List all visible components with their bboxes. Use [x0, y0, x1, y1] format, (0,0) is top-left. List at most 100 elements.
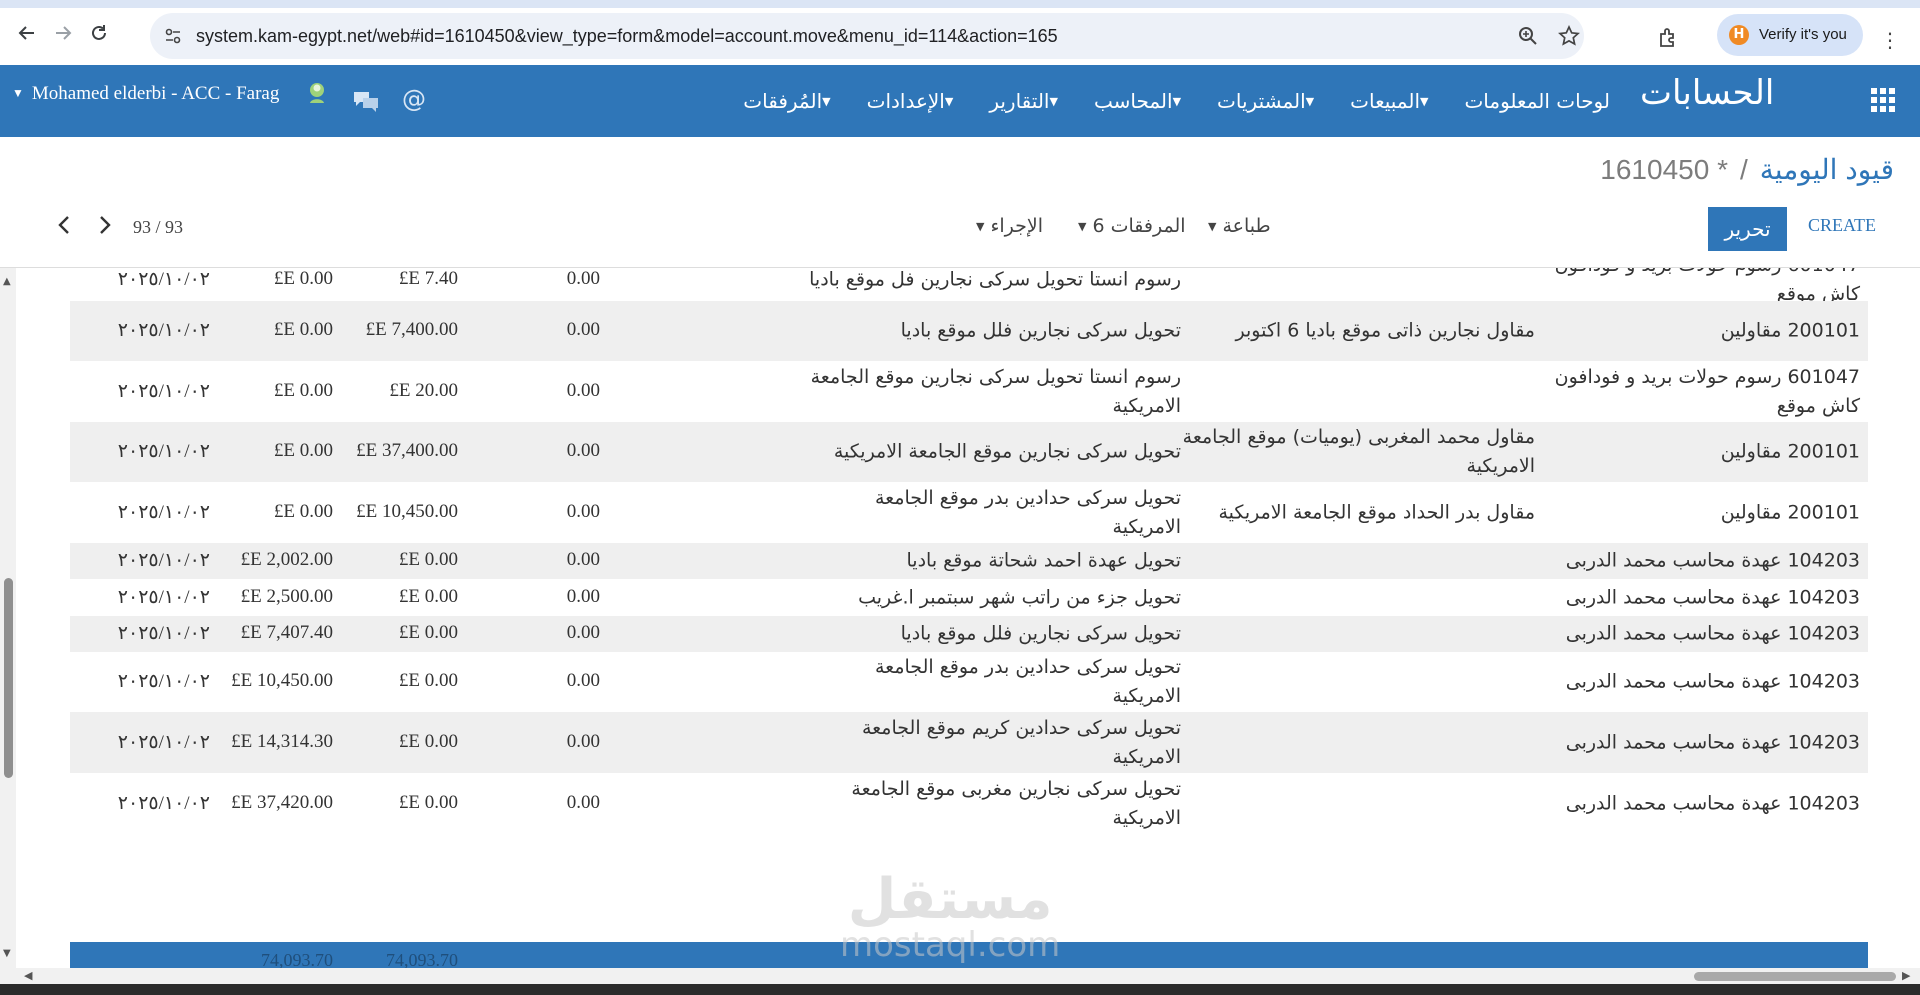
table-row[interactable]: 104203 عهدة محاسب محمد الدربى تحويل سركى …	[70, 773, 1868, 834]
menu-label: لوحات المعلومات	[1464, 89, 1610, 113]
cell-credit: £E 10,450.00	[231, 670, 333, 691]
attachments-label: 6 المرفقات	[1092, 215, 1186, 237]
address-bar[interactable]: system.kam-egypt.net/web#id=1610450&view…	[150, 13, 1584, 59]
back-button[interactable]	[12, 22, 42, 52]
pager-next-button[interactable]	[93, 213, 117, 241]
cell-amount-currency: 0.00	[566, 268, 600, 289]
menu-settings[interactable]: الإعدادات ▼	[867, 89, 962, 113]
extensions-icon[interactable]	[1657, 26, 1681, 50]
attachments-dropdown[interactable]: ▼ 6 المرفقات	[1078, 215, 1186, 237]
control-panel: قيود اليومية / * 1610450 CREATE تحرير ▼ طبا…	[0, 137, 1920, 268]
user-menu[interactable]: ▼ Mohamed elderbi - ACC - Farag	[12, 83, 279, 105]
scroll-up-icon[interactable]: ▲	[3, 276, 11, 287]
cell-debit: £E 0.00	[398, 622, 458, 643]
caret-down-icon: ▼	[12, 86, 24, 100]
app-title[interactable]: الحسابات	[1640, 73, 1774, 113]
cell-label: تحويل عهدة احمد شحاتة موقع باديا	[906, 549, 1182, 572]
cell-partner: مقاول نجارين ذاتى موقع باديا 6 اكتوبر	[1235, 319, 1535, 342]
menu-reports[interactable]: التقارير ▼	[989, 89, 1066, 113]
cell-credit: £E 0.00	[273, 440, 333, 461]
cell-amount-currency: 0.00	[566, 670, 600, 691]
browser-menu-icon[interactable]: ⋮	[1880, 28, 1900, 52]
apps-grid-icon[interactable]	[1870, 87, 1896, 113]
cell-account: 200101 مقاولين	[1720, 319, 1860, 342]
table-row[interactable]: 200101 مقاولين مقاول نجارين ذاتى موقع باد…	[70, 301, 1868, 361]
menu-accountant[interactable]: المحاسب ▼	[1094, 89, 1189, 113]
url-text[interactable]: system.kam-egypt.net/web#id=1610450&view…	[196, 26, 1058, 47]
edit-button[interactable]: تحرير	[1708, 207, 1787, 251]
hscroll-thumb[interactable]	[1694, 972, 1896, 981]
caret-down-icon: ▼	[1172, 94, 1182, 108]
menu-label: الإعدادات	[866, 89, 945, 113]
table-row[interactable]: 104203 عهدة محاسب محمد الدربى تحويل سركى …	[70, 712, 1868, 773]
caret-down-icon: ▼	[1078, 219, 1087, 233]
arrow-left-icon	[18, 26, 34, 40]
watermark-arabic: مستقل	[847, 867, 1053, 932]
cell-label: تحويل سركى حدادين بدر موقع الجامعة الامر…	[874, 656, 1181, 707]
table-row[interactable]: 601047 رسوم حولات بريد و فودافون كاش موق…	[70, 361, 1868, 422]
breadcrumb: قيود اليومية / * 1610450	[1600, 153, 1894, 186]
cell-amount-currency: 0.00	[566, 731, 600, 752]
verify-label: Verify it's you	[1759, 26, 1847, 43]
cell-account: 200101 مقاولين	[1720, 501, 1860, 523]
forward-button[interactable]	[48, 22, 78, 52]
site-settings-icon[interactable]	[164, 27, 182, 45]
cell-label: تحويل سركى نجارين فلل موقع باديا	[900, 622, 1181, 645]
caret-down-icon: ▼	[1305, 94, 1315, 108]
table-row[interactable]: 104203 عهدة محاسب محمد الدربى تحويل عهدة …	[70, 543, 1868, 579]
caret-down-icon: ▼	[1049, 94, 1058, 108]
pager-value[interactable]: 93 / 93	[133, 217, 183, 238]
breadcrumb-separator: /	[1739, 154, 1748, 185]
table-row[interactable]: 104203 عهدة محاسب محمد الدربى تحويل جزء م…	[70, 579, 1868, 616]
cell-amount-currency: 0.00	[566, 549, 600, 570]
reload-button[interactable]	[84, 22, 114, 52]
chevron-left-icon	[58, 216, 69, 234]
print-dropdown[interactable]: ▼ طباعة	[1208, 215, 1271, 237]
bookmark-star-icon[interactable]	[1558, 25, 1580, 47]
os-taskbar	[0, 984, 1920, 995]
table-row[interactable]: 200101 مقاولين مقاول بدر الحداد موقع الجا…	[70, 482, 1868, 543]
cell-account: 200101 مقاولين	[1720, 440, 1860, 463]
menu-dashboards[interactable]: لوحات المعلومات	[1464, 89, 1610, 113]
breadcrumb-journal-entries[interactable]: قيود اليومية	[1760, 154, 1894, 185]
zoom-icon[interactable]	[1517, 25, 1539, 47]
cell-maturity-date: ٢٠٢٥/١٠/٠٢	[117, 320, 210, 341]
scroll-right-icon[interactable]: ▶	[1902, 969, 1910, 982]
menu-purchases[interactable]: المشتريات ▼	[1217, 89, 1322, 113]
caret-down-icon: ▼	[822, 94, 831, 108]
cell-label: تحويل سركى نجارين فلل موقع باديا	[900, 319, 1181, 342]
cell-account: 104203 عهدة محاسب محمد الدربى	[1565, 549, 1860, 572]
scroll-down-icon[interactable]: ▼	[3, 948, 11, 959]
cell-credit: £E 0.00	[273, 319, 333, 340]
app-topbar: ▼ Mohamed elderbi - ACC - Farag @ لوحات ا…	[0, 65, 1920, 137]
table-row[interactable]: 104203 عهدة محاسب محمد الدربى تحويل سركى …	[70, 616, 1868, 652]
cell-credit: £E 7,407.40	[240, 622, 333, 643]
cell-label: تحويل سركى نجارين موقع الجامعة الامريكية	[833, 440, 1181, 463]
create-button[interactable]: CREATE	[1808, 215, 1876, 236]
action-dropdown[interactable]: ▼ الإجراء	[976, 215, 1043, 237]
table-row[interactable]: 601047 رسوم حولات بريد و فودافون كاش موق…	[70, 268, 1868, 305]
menu-attachments[interactable]: المُرفقات ▼	[743, 89, 838, 113]
menu-sales[interactable]: المبيعات ▼	[1350, 89, 1436, 113]
cell-label: تحويل سركى حدادين كريم موقع الجامعة الام…	[861, 716, 1181, 768]
cell-debit: £E 0.00	[398, 586, 458, 607]
verify-profile-button[interactable]: H Verify it's you	[1717, 14, 1863, 56]
scroll-left-icon[interactable]: ◀	[24, 969, 32, 982]
profile-avatar: H	[1729, 25, 1749, 45]
table-row[interactable]: 104203 عهدة محاسب محمد الدربى تحويل سركى …	[70, 652, 1868, 712]
cell-debit: £E 0.00	[398, 549, 458, 570]
user-avatar-icon[interactable]	[306, 81, 328, 105]
cell-maturity-date: ٢٠٢٥/١٠/٠٢	[117, 441, 210, 462]
scrollbar-thumb[interactable]	[4, 578, 13, 778]
pager-previous-button[interactable]	[52, 213, 76, 241]
mentions-icon[interactable]: @	[402, 85, 426, 113]
cell-maturity-date: ٢٠٢٥/١٠/٠٢	[117, 671, 210, 692]
action-label: الإجراء	[990, 215, 1044, 237]
arrow-right-icon	[56, 26, 72, 40]
table-row[interactable]: 200101 مقاولين مقاول محمد المغربى (يوميات…	[70, 422, 1868, 482]
caret-down-icon: ▼	[1420, 94, 1429, 108]
vertical-scrollbar[interactable]: ▲ ▼	[0, 268, 16, 968]
cell-label: تحويل جزء من راتب شهر سبتمبر ا.غريب	[858, 586, 1181, 608]
horizontal-scrollbar[interactable]: ◀ ▶	[0, 968, 1920, 984]
chat-icon[interactable]	[352, 89, 380, 113]
